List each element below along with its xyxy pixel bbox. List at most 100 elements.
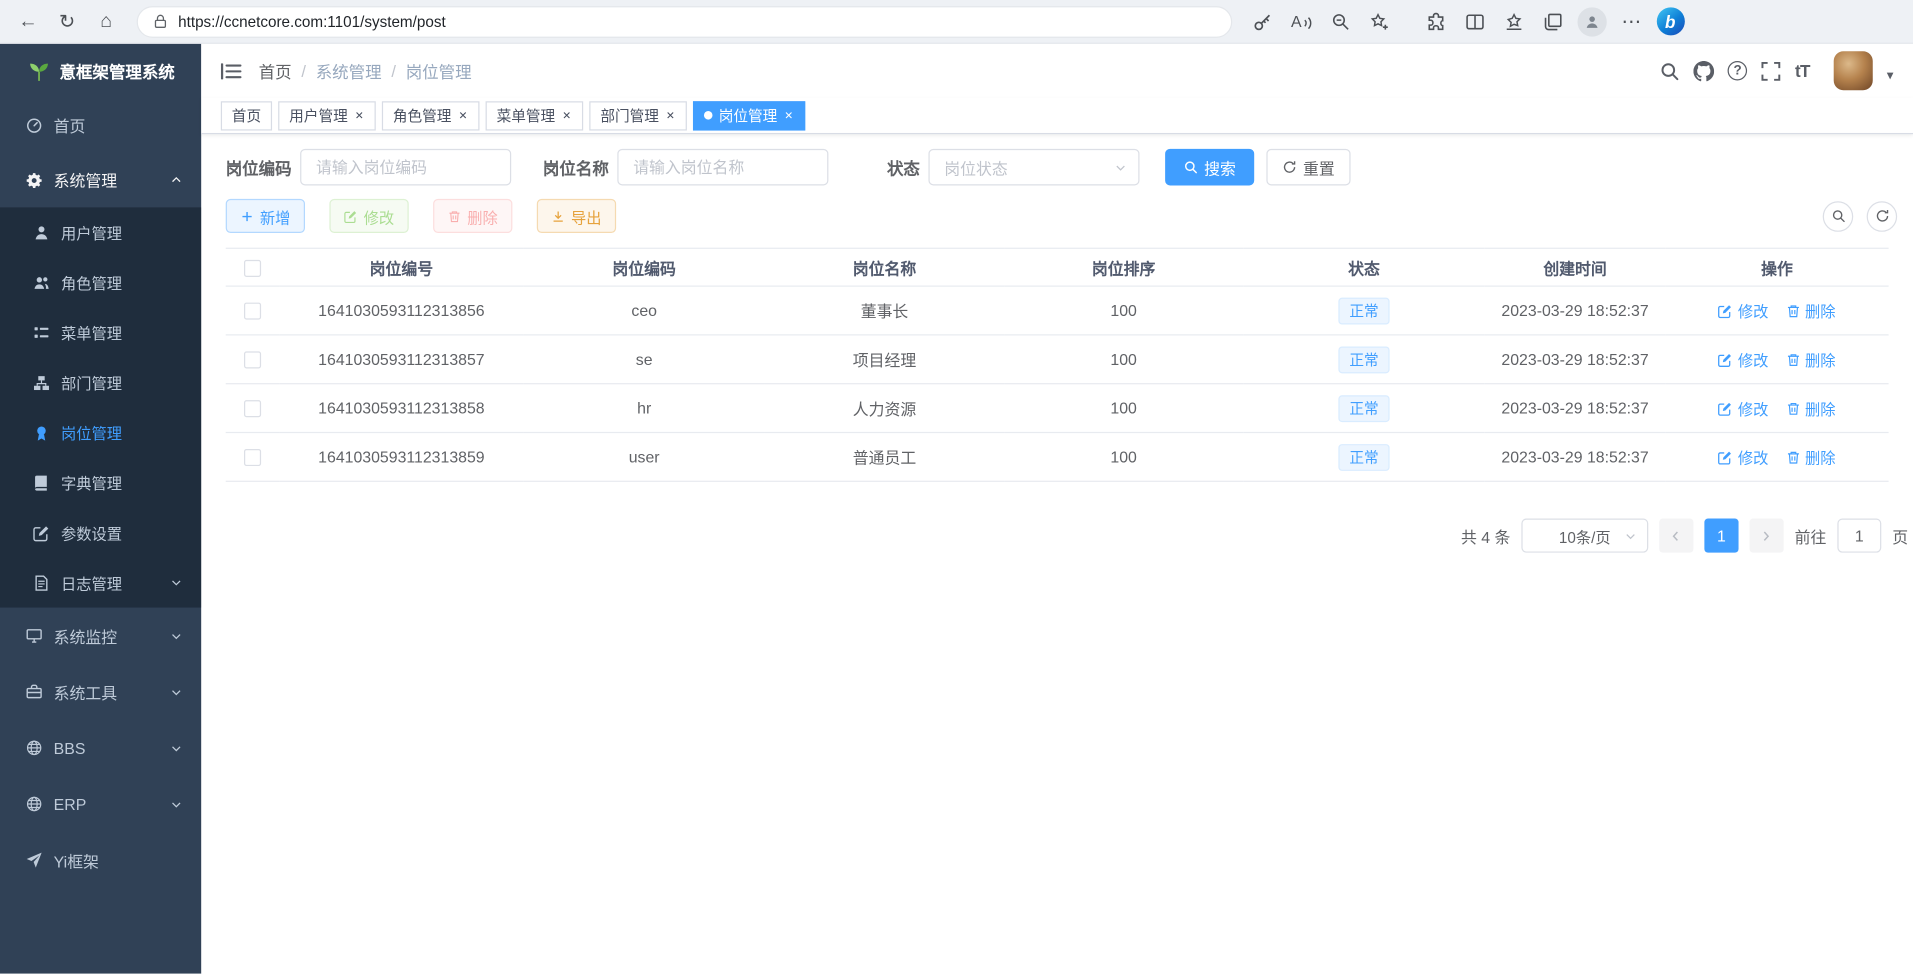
sidebar-collapse-button[interactable] [221, 62, 242, 80]
sidebar-item-role-management[interactable]: 角色管理 [0, 257, 201, 307]
sidebar-item-label: 部门管理 [61, 371, 122, 394]
bing-icon: b [1656, 7, 1684, 35]
row-edit-button[interactable]: 修改 [1718, 348, 1768, 371]
browser-refresh-button[interactable]: ↻ [49, 3, 86, 40]
sidebar-item-log-management[interactable]: 日志管理 [0, 558, 201, 608]
table-row[interactable]: 1641030593112313857 se 项目经理 100 正常 2023-… [226, 335, 1889, 384]
row-delete-button[interactable]: 删除 [1786, 397, 1836, 420]
tab-user-management[interactable]: 用户管理 [278, 101, 376, 130]
sidebar-item-yi-framework[interactable]: Yi框架 [0, 832, 201, 888]
url-text: https://ccnetcore.com:1101/system/post [178, 13, 446, 30]
row-edit-button[interactable]: 修改 [1718, 299, 1768, 322]
split-screen-button[interactable] [1457, 3, 1494, 40]
post-name-input[interactable] [617, 149, 828, 186]
app-logo[interactable]: 意框架管理系统 [0, 44, 201, 98]
tab-home[interactable]: 首页 [221, 101, 272, 130]
header-search-button[interactable] [1660, 60, 1681, 81]
search-button[interactable]: 搜索 [1165, 149, 1254, 186]
close-icon[interactable] [783, 110, 794, 121]
help-button[interactable]: ? [1728, 61, 1748, 81]
page-size-select[interactable]: 10条/页 [1521, 519, 1648, 553]
tab-menu-management[interactable]: 菜单管理 [486, 101, 584, 130]
breadcrumb-home[interactable]: 首页 [259, 59, 292, 83]
bing-sidebar-button[interactable]: b [1652, 3, 1689, 40]
sidebar-item-home[interactable]: 首页 [0, 98, 201, 153]
row-delete-button[interactable]: 删除 [1786, 299, 1836, 322]
sidebar-item-erp[interactable]: ERP [0, 776, 201, 832]
user-avatar[interactable] [1834, 51, 1873, 90]
sidebar-item-system-monitoring[interactable]: 系统监控 [0, 608, 201, 664]
table-row[interactable]: 1641030593112313858 hr 人力资源 100 正常 2023-… [226, 384, 1889, 433]
avatar-caret-icon[interactable]: ▾ [1887, 67, 1894, 83]
row-checkbox[interactable] [244, 449, 261, 466]
edit-button[interactable]: 修改 [329, 199, 408, 233]
browser-home-button[interactable]: ⌂ [88, 3, 125, 40]
next-page-button[interactable] [1749, 519, 1783, 553]
add-favorite-button[interactable] [1362, 3, 1399, 40]
toolbox-icon [26, 683, 43, 700]
extensions-button[interactable] [1418, 3, 1455, 40]
refresh-icon: ↻ [59, 9, 75, 33]
globe-icon [26, 739, 43, 756]
close-icon[interactable] [665, 110, 676, 121]
chevron-down-icon [170, 741, 183, 754]
row-checkbox[interactable] [244, 352, 261, 369]
github-icon[interactable] [1694, 60, 1715, 81]
close-icon[interactable] [354, 110, 365, 121]
row-checkbox[interactable] [244, 401, 261, 418]
reset-button[interactable]: 重置 [1266, 149, 1350, 186]
sidebar-item-bbs[interactable]: BBS [0, 720, 201, 776]
goto-page-input[interactable] [1837, 519, 1881, 553]
export-button[interactable]: 导出 [537, 199, 616, 233]
refresh-table-button[interactable] [1867, 201, 1898, 232]
post-code-input[interactable] [300, 149, 511, 186]
sidebar-item-dictionary-management[interactable]: 字典管理 [0, 458, 201, 508]
sidebar-item-system-tools[interactable]: 系统工具 [0, 664, 201, 720]
sidebar-item-label: BBS [54, 739, 86, 757]
prev-page-button[interactable] [1659, 519, 1693, 553]
sidebar-item-post-management[interactable]: 岗位管理 [0, 407, 201, 457]
show-search-button[interactable] [1823, 201, 1854, 232]
browser-chrome: ← ↻ ⌂ https://ccnetcore.com:1101/system/… [0, 0, 1913, 44]
tab-post-management[interactable]: 岗位管理 [693, 101, 805, 130]
page-number-current[interactable]: 1 [1704, 519, 1738, 553]
delete-button[interactable]: 删除 [433, 199, 512, 233]
search-icon [1183, 160, 1198, 175]
table-header-row: 岗位编号 岗位编码 岗位名称 岗位排序 状态 创建时间 操作 [226, 248, 1889, 286]
sidebar-item-user-management[interactable]: 用户管理 [0, 207, 201, 257]
close-icon[interactable] [458, 110, 469, 121]
sidebar-item-parameter-settings[interactable]: 参数设置 [0, 508, 201, 558]
collections-button[interactable] [1535, 3, 1572, 40]
tab-role-management[interactable]: 角色管理 [382, 101, 480, 130]
row-edit-button[interactable]: 修改 [1718, 445, 1768, 468]
read-aloud-button[interactable]: A [1283, 3, 1320, 40]
add-button[interactable]: 新增 [226, 199, 305, 233]
row-delete-button[interactable]: 删除 [1786, 445, 1836, 468]
sidebar-item-menu-management[interactable]: 菜单管理 [0, 307, 201, 357]
row-checkbox[interactable] [244, 303, 261, 320]
passwords-button[interactable] [1244, 3, 1281, 40]
fullscreen-button[interactable] [1761, 60, 1782, 81]
sidebar-item-system-management[interactable]: 系统管理 [0, 153, 201, 208]
favorites-bar-button[interactable] [1496, 3, 1533, 40]
breadcrumb-separator: / [391, 62, 396, 80]
row-edit-button[interactable]: 修改 [1718, 397, 1768, 420]
status-badge: 正常 [1338, 297, 1389, 324]
row-delete-button[interactable]: 删除 [1786, 348, 1836, 371]
edit-icon [1718, 303, 1733, 318]
font-size-button[interactable]: tT [1795, 61, 1810, 81]
browser-menu-button[interactable]: ⋯ [1613, 3, 1650, 40]
tab-department-management[interactable]: 部门管理 [589, 101, 687, 130]
browser-back-button[interactable]: ← [10, 3, 47, 40]
browser-profile-button[interactable] [1574, 3, 1611, 40]
zoom-button[interactable] [1323, 3, 1360, 40]
sidebar-item-department-management[interactable]: 部门管理 [0, 357, 201, 407]
select-all-checkbox[interactable] [244, 260, 261, 277]
table-row[interactable]: 1641030593112313856 ceo 董事长 100 正常 2023-… [226, 286, 1889, 335]
close-icon[interactable] [561, 110, 572, 121]
chevron-down-icon [170, 629, 183, 642]
sidebar-item-label: 参数设置 [61, 521, 122, 544]
address-bar[interactable]: https://ccnetcore.com:1101/system/post [137, 5, 1233, 37]
table-row[interactable]: 1641030593112313859 user 普通员工 100 正常 202… [226, 433, 1889, 482]
status-select[interactable]: 岗位状态 [928, 149, 1139, 186]
